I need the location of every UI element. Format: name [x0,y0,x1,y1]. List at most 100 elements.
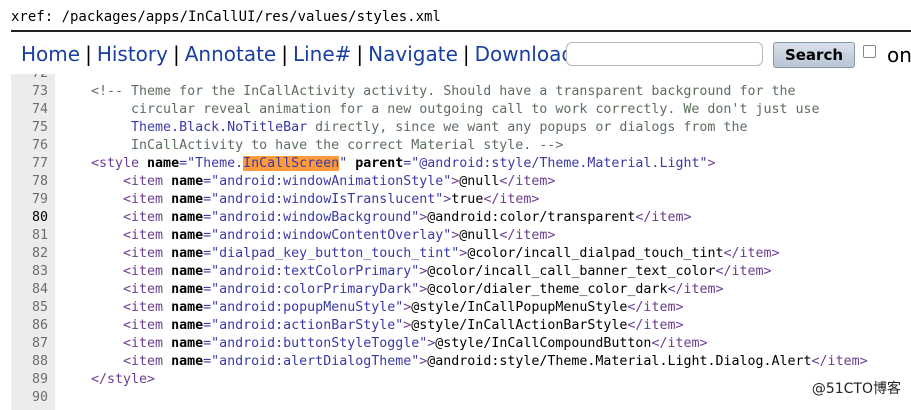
code-text: <item name="android:colorPrimaryDark">@c… [91,281,724,299]
code-token: <item [123,228,172,243]
code-text: <!-- Theme for the InCallActivity activi… [91,83,795,101]
code-token: <style [91,156,148,171]
code-line: 78 <item name="android:windowAnimationSt… [11,173,911,191]
code-token: @color/dialer_theme_color_dark [427,282,668,297]
line-number[interactable]: 85 [11,299,48,317]
code-token: ="android:textColorPrimary" [203,264,420,279]
code-text: <item name="android:popupMenuStyle">@sty… [91,299,683,317]
code-token: name [171,336,204,351]
code-line: 76 InCallActivity to have the correct Ma… [11,137,911,155]
code-line: 77 <style name="Theme.InCallScreen" paren… [11,155,911,173]
nav-annotate-link[interactable]: Annotate [185,42,277,66]
line-number[interactable]: 75 [11,119,48,137]
search-input[interactable] [566,42,763,66]
code-token: @color/incall_dialpad_touch_tint [467,246,724,261]
code-text: <item name="android:windowIsTranslucent"… [91,191,539,209]
code-token: <item [123,192,172,207]
nav-navigate-link[interactable]: Navigate [368,42,458,66]
code-token: > [707,156,716,171]
code-token: @android:color/transparent [427,210,636,225]
code-token: " [339,156,356,171]
code-token: </item> [715,264,772,279]
code-text: <item name="android:alertDialogTheme">@a… [91,353,868,371]
line-number[interactable]: 82 [11,245,48,263]
navbar: Home | History | Annotate | Line# | Navigate | Dow… [11,32,911,74]
line-number[interactable]: 79 [11,191,48,209]
code-line: 83 <item name="android:textColorPrimary"… [11,263,911,281]
code-token: </item> [483,192,540,207]
code-token: name [171,174,204,189]
line-number[interactable]: 90 [11,389,48,407]
code-line: 86 <item name="android:actionBarStyle">@… [11,317,911,335]
code-line: 90 [11,389,911,407]
code-token: </item> [811,354,868,369]
code-line: 74 circular reveal animation for a new o… [11,101,911,119]
only-checkbox[interactable] [863,45,876,58]
code-token: name [171,282,204,297]
code-token: name [171,318,204,333]
watermark: @51CTO博客 [811,381,901,397]
code-token: parent [355,156,404,171]
code-text: <item name="android:windowContentOverlay… [91,227,555,245]
code-token: <item [123,354,172,369]
code-token: </item> [499,228,556,243]
line-number[interactable]: 78 [11,173,48,191]
line-number[interactable]: 84 [11,281,48,299]
code-token: ="android:windowBackground" [203,210,420,225]
code-token: <item [123,264,172,279]
code-token: ="Theme. [179,156,244,171]
code-text: Theme.Black.NoTitleBar directly, since w… [91,119,747,137]
code-token: </item> [651,336,708,351]
line-number[interactable]: 86 [11,317,48,335]
code-token: <item [123,318,172,333]
code-token: </item> [667,282,724,297]
code-token: ="@android:style/Theme.Material.Light" [403,156,708,171]
line-number[interactable]: 77 [11,155,48,173]
nav-home-link[interactable]: Home [21,42,80,66]
nav-separator: | [85,42,92,66]
line-number[interactable]: 76 [11,137,48,155]
xref-bar: xref: /packages/apps/InCallUI/res/values… [0,0,911,30]
code-line: 88 <item name="android:alertDialogTheme"… [11,353,911,371]
code-token: ="android:buttonStyleToggle" [203,336,428,351]
code-token: name [171,300,204,315]
search-button[interactable]: Search [773,42,855,68]
line-number[interactable]: 73 [11,83,48,101]
code-token: name [171,192,204,207]
code-line: 82 <item name="dialpad_key_button_touch_… [11,245,911,263]
nav-line-number-link[interactable]: Line# [293,42,351,66]
code-line: 75 Theme.Black.NoTitleBar directly, sinc… [11,119,911,137]
code-line: 72 [11,74,911,83]
code-token: InCallActivity to have the correct Mater… [131,138,564,153]
line-number[interactable]: 83 [11,263,48,281]
nav-history-link[interactable]: History [97,42,168,66]
code-text: <item name="android:textColorPrimary">@c… [91,263,772,281]
code-token: ="android:windowContentOverlay" [203,228,452,243]
code-token: name [171,264,204,279]
line-number[interactable]: 80 [11,209,48,227]
code-token: @null [459,174,500,189]
nav-separator: | [356,42,364,66]
code-token: name [147,156,180,171]
code-token: <item [123,210,172,225]
code-token: </item> [627,318,684,333]
nav-download-link[interactable]: Download [475,42,574,66]
line-number[interactable]: 81 [11,227,48,245]
line-number[interactable]: 88 [11,353,48,371]
code-token: <!-- Theme for the InCallActivity activi… [91,84,796,99]
line-number[interactable]: 74 [11,101,48,119]
line-number[interactable]: 87 [11,335,48,353]
code-line: 73 <!-- Theme for the InCallActivity acti… [11,83,911,101]
line-number[interactable]: 72 [11,74,48,83]
code-text: <item name="android:actionBarStyle">@sty… [91,317,683,335]
code-token: @style/InCallActionBarStyle [411,318,628,333]
code-token: <item [123,336,172,351]
line-number[interactable]: 89 [11,371,48,389]
